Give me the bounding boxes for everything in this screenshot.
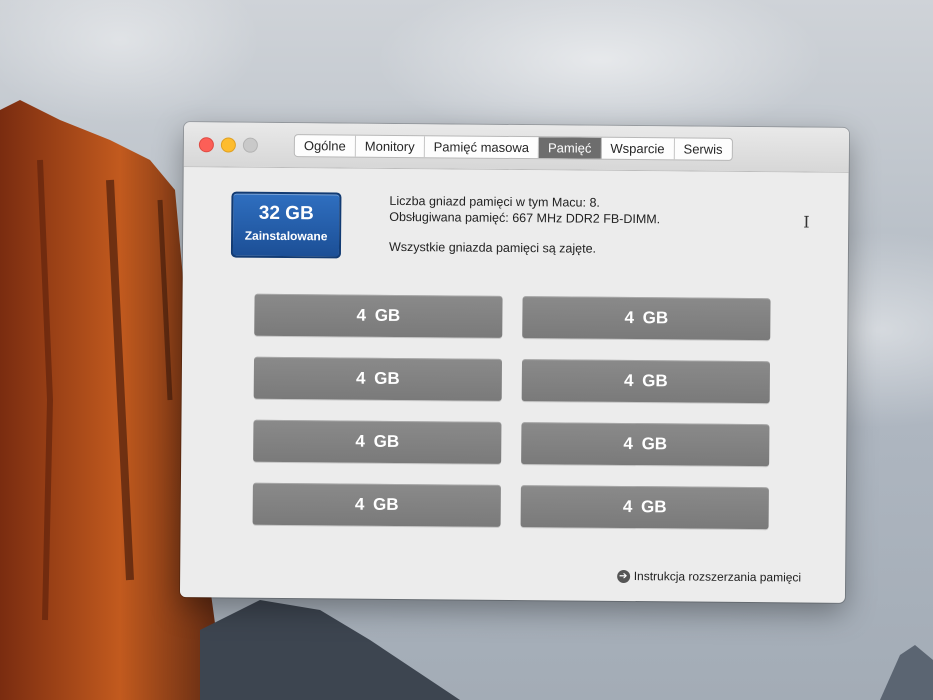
memory-slots-grid: 4 GB 4 GB 4 GB 4 GB 4 GB 4 GB 4 GB 4 GB <box>252 293 775 530</box>
tab-overview[interactable]: Ogólne <box>294 135 356 157</box>
tab-storage[interactable]: Pamięć masowa <box>424 136 540 159</box>
memory-slot: 4 GB <box>521 422 770 467</box>
memory-slot: 4 GB <box>521 359 771 404</box>
arrow-right-circle-icon: ➔ <box>616 569 630 583</box>
memory-panel: 32 GB Zainstalowane Liczba gniazd pamięc… <box>180 167 849 603</box>
memory-slot: 4 GB <box>522 296 771 341</box>
memory-upgrade-link-label: Instrukcja rozszerzania pamięci <box>633 569 802 585</box>
installed-label: Zainstalowane <box>244 228 328 244</box>
memory-slot: 4 GB <box>253 419 502 464</box>
titlebar: Ogólne Monitory Pamięć masowa Pamięć Wsp… <box>183 122 850 173</box>
supported-memory-text: Obsługiwana pamięć: 667 MHz DDR2 FB-DIMM… <box>389 209 661 227</box>
tab-bar: Ogólne Monitory Pamięć masowa Pamięć Wsp… <box>293 134 733 161</box>
tab-service[interactable]: Serwis <box>674 138 731 159</box>
close-button[interactable] <box>198 137 214 153</box>
slots-status-text: Wszystkie gniazda pamięci są zajęte. <box>388 239 597 256</box>
tab-memory[interactable]: Pamięć <box>538 137 602 159</box>
installed-memory-badge: 32 GB Zainstalowane <box>230 191 342 259</box>
memory-slot: 4 GB <box>520 485 769 530</box>
memory-slot: 4 GB <box>253 356 503 401</box>
memory-slot: 4 GB <box>254 293 503 338</box>
minimize-button[interactable] <box>220 137 236 153</box>
text-cursor-icon: I <box>803 212 810 232</box>
zoom-button <box>242 137 258 153</box>
tab-displays[interactable]: Monitory <box>355 135 425 158</box>
wallpaper-ridge <box>200 600 460 700</box>
installed-size: 32 GB <box>258 202 314 225</box>
wallpaper-peak <box>880 645 933 700</box>
memory-slot: 4 GB <box>252 482 501 527</box>
memory-info: Liczba gniazd pamięci w tym Macu: 8. Obs… <box>389 193 660 257</box>
system-info-window: Ogólne Monitory Pamięć masowa Pamięć Wsp… <box>179 122 850 603</box>
tab-support[interactable]: Wsparcie <box>601 137 675 160</box>
memory-upgrade-link[interactable]: ➔ Instrukcja rozszerzania pamięci <box>616 569 802 585</box>
